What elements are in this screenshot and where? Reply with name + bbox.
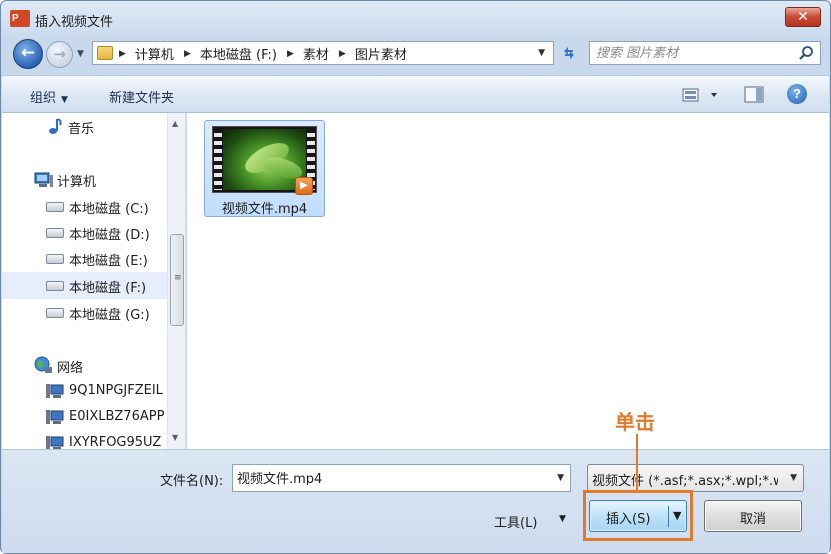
click-callout-label: 单击: [615, 410, 655, 434]
search-icon[interactable]: [798, 45, 814, 61]
thumbnail-image: [223, 129, 306, 190]
nav-item-drive-g[interactable]: 本地磁盘 (G:): [2, 300, 167, 324]
recent-locations-dropdown[interactable]: ▼: [77, 49, 84, 59]
help-button[interactable]: ?: [787, 84, 807, 104]
chevron-down-icon[interactable]: ▼: [557, 473, 564, 483]
tools-menu-button[interactable]: 工具(L) ▼: [487, 506, 580, 534]
organize-menu[interactable]: 组织 ▼: [30, 87, 68, 106]
music-icon: [49, 118, 62, 134]
change-view-button[interactable]: [682, 86, 722, 104]
title-bar: P 插入视频文件 ✕: [1, 1, 830, 35]
nav-item-drive-e[interactable]: 本地磁盘 (E:): [2, 246, 167, 270]
network-computer-icon: [46, 410, 64, 424]
nav-label: 网络: [57, 361, 84, 376]
grip-icon: ≡: [174, 273, 182, 283]
split-divider: [668, 506, 669, 527]
nav-label: 本地磁盘 (C:): [69, 202, 149, 217]
nav-item-network-computer-2[interactable]: E0IXLBZ76APP: [2, 405, 167, 429]
nav-item-computer[interactable]: 计算机: [2, 167, 167, 191]
preview-pane-button[interactable]: [744, 86, 764, 103]
search-box[interactable]: [589, 41, 821, 65]
nav-item-drive-c[interactable]: 本地磁盘 (C:): [2, 194, 167, 218]
chevron-down-icon: ▼: [559, 514, 566, 524]
network-icon: [34, 356, 52, 373]
view-icon: [682, 88, 717, 102]
insert-video-dialog: P 插入视频文件 ✕ ← → ▼ ▶ 计算机 ▶ 本地磁盘 (F:) ▶ 素材 …: [0, 0, 831, 554]
drive-icon: [46, 202, 64, 212]
breadcrumb-image-material[interactable]: 图片素材: [355, 44, 407, 63]
refresh-button[interactable]: [557, 41, 581, 65]
command-bar: 组织 ▼ 新建文件夹 ?: [2, 75, 829, 113]
search-input[interactable]: [596, 45, 786, 62]
nav-label: 9Q1NPGJFZEIL: [69, 383, 163, 398]
nav-item-network[interactable]: 网络: [2, 353, 167, 377]
dialog-footer: 文件名(N): ▼ 视频文件 (*.asf;*.asx;*.wpl;*.wm ▼…: [2, 449, 829, 553]
window-title: 插入视频文件: [35, 15, 114, 30]
navigation-pane: 音乐 计算机 本地磁盘 (C:) 本地磁盘 (D:) 本地磁盘 (E:) 本地磁: [2, 113, 186, 449]
chevron-right-icon[interactable]: ▶: [287, 49, 294, 59]
filetype-value: 视频文件 (*.asf;*.asx;*.wpl;*.wm: [592, 474, 778, 489]
drive-icon: [46, 228, 64, 238]
nav-label: E0IXLBZ76APP: [69, 409, 165, 424]
preview-pane-icon: [744, 86, 764, 103]
nav-item-drive-d[interactable]: 本地磁盘 (D:): [2, 220, 167, 244]
filename-input[interactable]: [237, 470, 537, 485]
network-computer-icon: [46, 436, 64, 449]
back-button[interactable]: ←: [13, 39, 43, 69]
nav-item-music[interactable]: 音乐: [2, 114, 167, 138]
nav-label: IXYRFOG95UZ: [69, 435, 162, 449]
scroll-down-icon[interactable]: ▼: [172, 433, 178, 442]
film-strip-left: [214, 129, 222, 190]
insert-label: 插入(S): [606, 512, 651, 527]
filename-combobox[interactable]: ▼: [232, 464, 571, 492]
tools-label: 工具(L): [494, 516, 538, 531]
breadcrumb-drive-f[interactable]: 本地磁盘 (F:): [200, 44, 277, 63]
breadcrumb-material[interactable]: 素材: [303, 44, 329, 63]
nav-item-drive-f[interactable]: 本地磁盘 (F:): [2, 272, 167, 299]
refresh-icon: [564, 47, 574, 59]
nav-label: 本地磁盘 (D:): [69, 228, 150, 243]
nav-label: 计算机: [57, 175, 97, 190]
chevron-down-icon: ▼: [61, 95, 68, 105]
forward-button[interactable]: →: [46, 41, 73, 68]
chevron-right-icon[interactable]: ▶: [184, 49, 191, 59]
callout-line: [636, 434, 638, 490]
filetype-select[interactable]: 视频文件 (*.asf;*.asx;*.wpl;*.wm ▼: [587, 464, 804, 492]
close-button[interactable]: ✕: [785, 7, 821, 27]
breadcrumb: ▶ 计算机 ▶ 本地磁盘 (F:) ▶ 素材 ▶ 图片素材: [119, 44, 417, 63]
file-name: 视频文件.mp4: [221, 202, 308, 217]
new-folder-button[interactable]: 新建文件夹: [109, 87, 174, 106]
nav-item-network-computer-1[interactable]: 9Q1NPGJFZEIL: [2, 379, 167, 403]
drive-icon: [46, 281, 64, 291]
folder-icon: [97, 46, 113, 60]
breadcrumb-computer[interactable]: 计算机: [135, 44, 174, 63]
nav-label: 音乐: [68, 122, 95, 137]
nav-label: 本地磁盘 (F:): [69, 281, 147, 296]
powerpoint-app-icon: P: [10, 10, 30, 27]
scrollbar-thumb[interactable]: ≡: [170, 234, 184, 326]
nav-item-network-computer-3[interactable]: IXYRFOG95UZ: [2, 431, 167, 449]
nav-pane-scrollbar[interactable]: ▲ ≡ ▼: [167, 113, 185, 449]
computer-icon: [34, 172, 53, 187]
scroll-up-icon[interactable]: ▲: [172, 119, 178, 128]
nav-label: 本地磁盘 (E:): [69, 254, 148, 269]
file-list: ▶ 视频文件.mp4: [187, 113, 829, 449]
insert-dropdown-icon[interactable]: ▼: [673, 509, 681, 522]
filename-label: 文件名(N):: [160, 474, 224, 489]
chevron-down-icon: ▼: [790, 473, 797, 483]
address-bar[interactable]: ▶ 计算机 ▶ 本地磁盘 (F:) ▶ 素材 ▶ 图片素材 ▼: [92, 41, 554, 65]
file-item-video[interactable]: ▶ 视频文件.mp4: [204, 120, 325, 217]
chevron-right-icon[interactable]: ▶: [339, 49, 346, 59]
chevron-right-icon[interactable]: ▶: [119, 49, 126, 59]
organize-label: 组织: [30, 91, 57, 106]
nav-label: 本地磁盘 (G:): [69, 308, 150, 323]
cancel-label: 取消: [739, 512, 766, 527]
cancel-button[interactable]: 取消: [704, 500, 802, 532]
address-dropdown-icon[interactable]: ▼: [538, 48, 545, 58]
drive-icon: [46, 308, 64, 318]
drive-icon: [46, 254, 64, 264]
insert-button[interactable]: 插入(S) ▼: [589, 500, 687, 532]
network-computer-icon: [46, 384, 64, 398]
play-icon: ▶: [295, 177, 313, 195]
